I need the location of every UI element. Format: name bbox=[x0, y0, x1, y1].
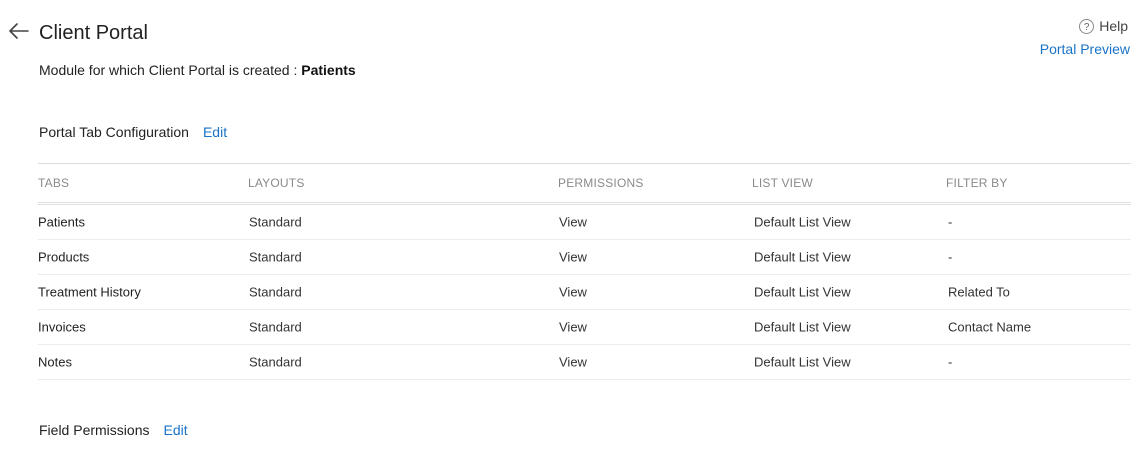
cell-list-view: Default List View bbox=[754, 284, 851, 300]
column-header-tabs: TABS bbox=[38, 176, 70, 190]
portal-tab-config-title: Portal Tab Configuration bbox=[39, 124, 189, 140]
field-permissions-edit-link[interactable]: Edit bbox=[163, 422, 187, 438]
cell-list-view: Default List View bbox=[754, 249, 851, 265]
help-icon: ? bbox=[1079, 18, 1095, 34]
field-permissions-title: Field Permissions bbox=[39, 422, 150, 438]
cell-tab: Treatment History bbox=[38, 284, 141, 300]
cell-filter-by: - bbox=[948, 214, 953, 230]
module-name: Patients bbox=[301, 62, 356, 78]
cell-list-view: Default List View bbox=[754, 214, 851, 230]
cell-tab: Products bbox=[38, 249, 90, 265]
column-header-layouts: LAYOUTS bbox=[248, 176, 305, 190]
cell-permission: View bbox=[559, 354, 587, 370]
help-label: Help bbox=[1099, 18, 1128, 34]
cell-layout: Standard bbox=[249, 214, 302, 230]
cell-permission: View bbox=[559, 214, 587, 230]
portal-tab-config-header: Portal Tab Configuration Edit bbox=[39, 124, 227, 140]
table-row: Invoices Standard View Default List View… bbox=[38, 310, 1131, 345]
cell-permission: View bbox=[559, 249, 587, 265]
field-permissions-header: Field Permissions Edit bbox=[39, 422, 188, 438]
column-header-permissions: PERMISSIONS bbox=[558, 176, 644, 190]
cell-tab: Patients bbox=[38, 214, 85, 230]
cell-layout: Standard bbox=[249, 319, 302, 335]
cell-layout: Standard bbox=[249, 284, 302, 300]
cell-filter-by: Related To bbox=[948, 284, 1010, 300]
cell-permission: View bbox=[559, 284, 587, 300]
cell-permission: View bbox=[559, 319, 587, 335]
portal-tab-config-edit-link[interactable]: Edit bbox=[203, 124, 227, 140]
column-header-list-view: LIST VIEW bbox=[752, 176, 813, 190]
cell-filter-by: - bbox=[948, 354, 953, 370]
module-info: Module for which Client Portal is create… bbox=[39, 62, 356, 78]
column-header-filter-by: FILTER BY bbox=[946, 176, 1008, 190]
client-portal-page: Client Portal ? Help Portal Preview Modu… bbox=[0, 0, 1143, 454]
table-row: Products Standard View Default List View… bbox=[38, 240, 1131, 275]
cell-layout: Standard bbox=[249, 249, 302, 265]
portal-preview-link[interactable]: Portal Preview bbox=[1040, 41, 1130, 57]
cell-tab: Notes bbox=[38, 354, 72, 370]
page-title: Client Portal bbox=[39, 22, 148, 44]
module-prefix: Module for which Client Portal is create… bbox=[39, 62, 302, 78]
cell-tab: Invoices bbox=[38, 319, 86, 335]
help-link[interactable]: ? Help bbox=[1079, 18, 1128, 34]
table-row: Patients Standard View Default List View… bbox=[38, 205, 1131, 240]
portal-tab-table: TABS LAYOUTS PERMISSIONS LIST VIEW FILTE… bbox=[38, 163, 1131, 380]
cell-list-view: Default List View bbox=[754, 319, 851, 335]
cell-layout: Standard bbox=[249, 354, 302, 370]
back-arrow-icon[interactable] bbox=[6, 18, 32, 44]
cell-filter-by: - bbox=[948, 249, 953, 265]
table-header-row: TABS LAYOUTS PERMISSIONS LIST VIEW FILTE… bbox=[38, 164, 1131, 205]
cell-filter-by: Contact Name bbox=[948, 319, 1032, 335]
cell-list-view: Default List View bbox=[754, 354, 851, 370]
table-row: Notes Standard View Default List View - bbox=[38, 345, 1131, 380]
table-row: Treatment History Standard View Default … bbox=[38, 275, 1131, 310]
